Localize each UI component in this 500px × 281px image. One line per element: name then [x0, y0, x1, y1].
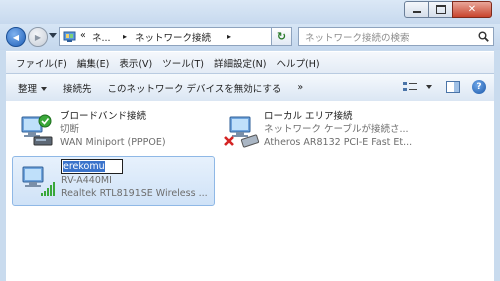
refresh-button[interactable]: ↻	[272, 27, 292, 46]
connection-item-local-area[interactable]: ローカル エリア接続 ネットワーク ケーブルが接続さ... Atheros AR…	[216, 107, 426, 157]
breadcrumb-network-connections[interactable]: ネットワーク接続	[135, 30, 211, 44]
connection-item-wireless[interactable]: erekomu RV-A440MI Realtek RTL8191SE Wire…	[12, 156, 215, 206]
menu-view[interactable]: 表示(V)	[114, 56, 157, 70]
local-area-connection-icon	[224, 116, 260, 148]
connection-text: erekomu RV-A440MI Realtek RTL8191SE Wire…	[61, 159, 208, 200]
menu-advanced[interactable]: 詳細設定(N)	[209, 56, 272, 70]
preview-pane-icon[interactable]	[446, 81, 460, 93]
menu-file[interactable]: ファイル(F)	[6, 56, 72, 70]
connection-device: Realtek RTL8191SE Wireless ...	[61, 188, 208, 199]
menu-tools[interactable]: ツール(T)	[157, 56, 209, 70]
chevron-down-icon	[41, 87, 48, 91]
search-placeholder: ネットワーク接続の検索	[305, 33, 410, 44]
rename-field[interactable]: erekomu	[61, 159, 208, 174]
rename-input[interactable]: erekomu	[61, 159, 123, 174]
search-icon[interactable]	[478, 31, 489, 42]
menu-edit[interactable]: 編集(E)	[72, 56, 114, 70]
forward-button[interactable]: ▶	[28, 27, 48, 47]
view-dropdown-icon[interactable]	[426, 85, 432, 89]
view-options-icon[interactable]	[402, 80, 418, 94]
address-overflow[interactable]: «	[80, 30, 86, 41]
view-controls: ?	[402, 80, 486, 94]
connection-status: 切断	[60, 124, 80, 135]
address-bar[interactable]: « ネ... ▸ ネットワーク接続 ▸	[59, 27, 321, 46]
organize-button[interactable]: 整理	[6, 81, 55, 95]
disable-device-button[interactable]: このネットワーク デバイスを無効にする	[100, 81, 290, 95]
breadcrumb-separator[interactable]: ▸	[123, 32, 127, 41]
menu-help[interactable]: ヘルプ(H)	[271, 56, 324, 70]
connection-text: ブロードバンド接続 切断 WAN Miniport (PPPOE)	[60, 110, 166, 149]
connection-status: RV-A440MI	[61, 175, 112, 186]
back-button[interactable]: ◀	[6, 27, 26, 47]
more-commands-button[interactable]: »	[289, 82, 311, 93]
forward-arrow-icon: ▶	[34, 32, 42, 42]
connection-name: ローカル エリア接続	[264, 111, 353, 122]
wireless-connection-icon	[22, 166, 55, 196]
connection-item-broadband[interactable]: ブロードバンド接続 切断 WAN Miniport (PPPOE)	[12, 107, 212, 157]
connection-text: ローカル エリア接続 ネットワーク ケーブルが接続さ... Atheros AR…	[264, 110, 412, 149]
window-controls: ✕	[404, 1, 492, 18]
connection-device: WAN Miniport (PPPOE)	[60, 137, 166, 148]
maximize-button[interactable]	[428, 1, 453, 18]
broadband-connection-icon	[21, 114, 53, 146]
maximize-icon	[435, 5, 446, 14]
search-box[interactable]: ネットワーク接続の検索	[298, 27, 494, 46]
connect-button[interactable]: 接続先	[55, 81, 100, 95]
help-icon[interactable]: ?	[472, 80, 486, 94]
address-row: ◀ ▶ « ネ... ▸ ネットワーク接続 ▸ ↻ ネットワーク接続の検索	[0, 24, 500, 50]
command-bar: 整理 接続先 このネットワーク デバイスを無効にする » ?	[6, 73, 494, 102]
close-icon: ✕	[467, 4, 477, 15]
connection-device: Atheros AR8132 PCI-E Fast Et...	[264, 137, 413, 148]
close-button[interactable]: ✕	[452, 1, 492, 18]
connections-list: ブロードバンド接続 切断 WAN Miniport (PPPOE) ローカル エ…	[6, 101, 494, 281]
control-panel-icon	[63, 31, 76, 42]
title-bar: ✕	[0, 0, 500, 24]
refresh-icon: ↻	[276, 30, 287, 43]
breadcrumb-separator[interactable]: ▸	[227, 32, 231, 41]
minimize-icon	[412, 11, 421, 13]
organize-label: 整理	[18, 83, 38, 95]
back-arrow-icon: ◀	[12, 32, 20, 42]
connection-name: ブロードバンド接続	[60, 111, 146, 122]
connection-status: ネットワーク ケーブルが接続さ...	[264, 124, 409, 135]
rename-selected-text: erekomu	[63, 161, 105, 172]
minimize-button[interactable]	[404, 1, 429, 18]
breadcrumb-network[interactable]: ネ...	[92, 30, 111, 44]
recent-pages-dropdown[interactable]	[49, 33, 57, 38]
menu-bar: ファイル(F) 編集(E) 表示(V) ツール(T) 詳細設定(N) ヘルプ(H…	[6, 51, 494, 73]
